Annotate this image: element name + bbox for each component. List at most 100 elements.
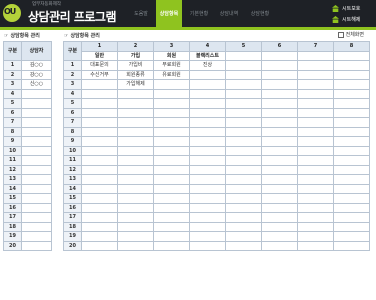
col-name-header[interactable] bbox=[261, 50, 298, 61]
item-cell[interactable] bbox=[333, 136, 370, 147]
item-cell[interactable] bbox=[189, 231, 226, 242]
item-cell[interactable]: 대표문의 bbox=[81, 60, 118, 71]
item-cell[interactable]: 진상 bbox=[189, 60, 226, 71]
item-cell[interactable] bbox=[225, 136, 262, 147]
item-cell[interactable] bbox=[189, 240, 226, 251]
item-cell[interactable] bbox=[225, 155, 262, 166]
item-cell[interactable] bbox=[297, 221, 334, 232]
item-cell[interactable] bbox=[261, 69, 298, 80]
item-cell[interactable] bbox=[153, 155, 190, 166]
item-cell[interactable] bbox=[261, 174, 298, 185]
item-cell[interactable] bbox=[153, 117, 190, 128]
item-cell[interactable] bbox=[81, 117, 118, 128]
item-cell[interactable] bbox=[225, 212, 262, 223]
item-cell[interactable] bbox=[81, 240, 118, 251]
item-cell[interactable] bbox=[297, 136, 334, 147]
item-cell[interactable] bbox=[297, 212, 334, 223]
item-cell[interactable] bbox=[81, 221, 118, 232]
item-cell[interactable] bbox=[261, 155, 298, 166]
col-name-header[interactable]: 회원 bbox=[153, 50, 190, 61]
item-cell[interactable] bbox=[297, 79, 334, 90]
item-cell[interactable] bbox=[297, 117, 334, 128]
item-cell[interactable]: 회원종류 bbox=[117, 69, 154, 80]
item-cell[interactable] bbox=[333, 88, 370, 99]
item-cell[interactable] bbox=[333, 202, 370, 213]
tab-basic-status[interactable]: 기본현황 bbox=[186, 0, 212, 27]
item-cell[interactable] bbox=[189, 126, 226, 137]
counselor-cell[interactable] bbox=[21, 117, 52, 128]
item-cell[interactable] bbox=[189, 212, 226, 223]
counselor-cell[interactable] bbox=[21, 164, 52, 175]
counselor-cell[interactable]: 강○○ bbox=[21, 69, 52, 80]
item-cell[interactable] bbox=[333, 231, 370, 242]
item-cell[interactable] bbox=[189, 117, 226, 128]
counselor-cell[interactable] bbox=[21, 126, 52, 137]
item-cell[interactable]: 유료회원 bbox=[153, 69, 190, 80]
item-cell[interactable] bbox=[81, 202, 118, 213]
counselor-cell[interactable] bbox=[21, 88, 52, 99]
item-cell[interactable] bbox=[333, 193, 370, 204]
item-cell[interactable] bbox=[81, 212, 118, 223]
item-cell[interactable] bbox=[297, 126, 334, 137]
item-cell[interactable] bbox=[225, 117, 262, 128]
col-name-header[interactable] bbox=[333, 50, 370, 61]
item-cell[interactable] bbox=[225, 193, 262, 204]
item-cell[interactable] bbox=[117, 117, 154, 128]
item-cell[interactable] bbox=[153, 174, 190, 185]
item-cell[interactable] bbox=[297, 69, 334, 80]
item-cell[interactable] bbox=[333, 69, 370, 80]
item-cell[interactable] bbox=[189, 107, 226, 118]
item-cell[interactable] bbox=[153, 221, 190, 232]
item-cell[interactable] bbox=[153, 183, 190, 194]
item-cell[interactable] bbox=[189, 145, 226, 156]
counselor-cell[interactable] bbox=[21, 212, 52, 223]
item-cell[interactable]: 가입해제 bbox=[117, 79, 154, 90]
item-cell[interactable] bbox=[117, 88, 154, 99]
item-cell[interactable] bbox=[153, 107, 190, 118]
item-cell[interactable] bbox=[333, 117, 370, 128]
item-cell[interactable] bbox=[189, 136, 226, 147]
item-cell[interactable] bbox=[117, 164, 154, 175]
item-cell[interactable] bbox=[261, 240, 298, 251]
item-cell[interactable] bbox=[81, 174, 118, 185]
item-cell[interactable] bbox=[333, 221, 370, 232]
item-cell[interactable] bbox=[261, 107, 298, 118]
item-cell[interactable] bbox=[189, 221, 226, 232]
item-cell[interactable] bbox=[297, 202, 334, 213]
tab-counsel-items[interactable]: 상담항목 bbox=[156, 0, 182, 27]
item-cell[interactable] bbox=[153, 98, 190, 109]
item-cell[interactable] bbox=[261, 117, 298, 128]
item-cell[interactable] bbox=[333, 126, 370, 137]
item-cell[interactable] bbox=[153, 231, 190, 242]
item-cell[interactable] bbox=[225, 126, 262, 137]
counselor-cell[interactable] bbox=[21, 183, 52, 194]
item-cell[interactable] bbox=[117, 98, 154, 109]
item-cell[interactable] bbox=[261, 88, 298, 99]
item-cell[interactable] bbox=[297, 193, 334, 204]
tab-help[interactable]: 도움말 bbox=[128, 0, 154, 27]
item-cell[interactable] bbox=[153, 193, 190, 204]
counselor-cell[interactable] bbox=[21, 145, 52, 156]
item-cell[interactable] bbox=[81, 231, 118, 242]
item-cell[interactable] bbox=[189, 183, 226, 194]
item-cell[interactable] bbox=[297, 183, 334, 194]
item-cell[interactable] bbox=[261, 79, 298, 90]
item-cell[interactable] bbox=[297, 240, 334, 251]
item-cell[interactable] bbox=[333, 79, 370, 90]
item-cell[interactable] bbox=[333, 183, 370, 194]
item-cell[interactable] bbox=[225, 240, 262, 251]
item-cell[interactable] bbox=[261, 193, 298, 204]
item-cell[interactable] bbox=[297, 164, 334, 175]
item-cell[interactable] bbox=[81, 88, 118, 99]
col-name-header[interactable]: 일반 bbox=[81, 50, 118, 61]
item-cell[interactable] bbox=[297, 60, 334, 71]
counselor-cell[interactable] bbox=[21, 136, 52, 147]
counselor-cell[interactable] bbox=[21, 155, 52, 166]
item-cell[interactable] bbox=[153, 136, 190, 147]
item-cell[interactable] bbox=[261, 231, 298, 242]
item-cell[interactable] bbox=[81, 126, 118, 137]
item-cell[interactable] bbox=[153, 145, 190, 156]
item-cell[interactable] bbox=[333, 98, 370, 109]
counselor-cell[interactable]: 김○○ bbox=[21, 60, 52, 71]
item-cell[interactable] bbox=[153, 240, 190, 251]
